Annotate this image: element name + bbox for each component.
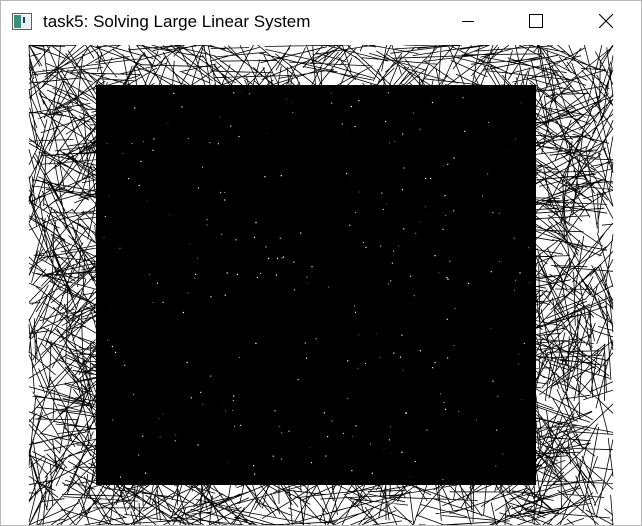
render-canvas[interactable] — [1, 45, 641, 525]
title-bar[interactable]: task5: Solving Large Linear System — [1, 1, 641, 45]
close-icon — [598, 13, 614, 33]
wireframe-mesh — [28, 45, 614, 525]
maximize-button[interactable] — [513, 1, 559, 45]
minimize-button[interactable] — [445, 1, 491, 45]
app-window: task5: Solving Large Linear System — [0, 0, 642, 526]
minimize-icon — [462, 14, 474, 32]
app-window-icon — [12, 13, 32, 30]
maximize-icon — [529, 13, 543, 33]
window-title: task5: Solving Large Linear System — [43, 12, 311, 31]
close-button[interactable] — [583, 1, 629, 45]
